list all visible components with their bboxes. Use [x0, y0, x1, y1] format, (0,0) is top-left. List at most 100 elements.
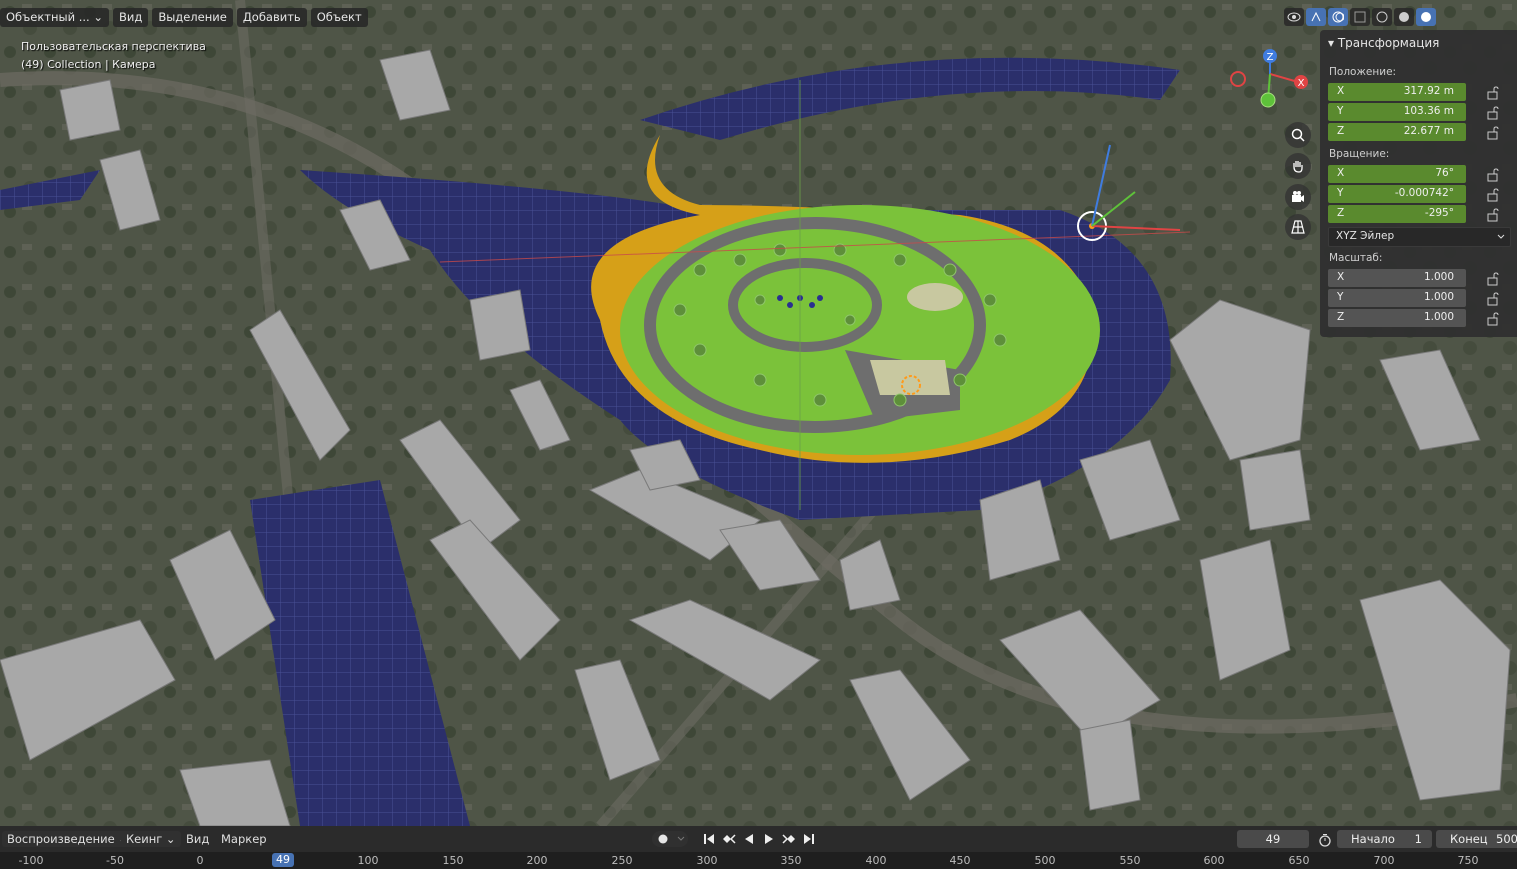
axis-label: Y [1337, 187, 1344, 199]
perspective-label: Пользовательская перспектива [21, 40, 206, 53]
field-value: 22.677 m [1403, 125, 1454, 137]
ruler-tick: 550 [1119, 854, 1141, 867]
location-y-field[interactable]: Y 103.36 m [1328, 103, 1466, 121]
end-frame-field[interactable]: Конец 500 [1436, 830, 1517, 848]
timeline-view-menu[interactable]: Вид [181, 831, 214, 847]
ruler-tick: -50 [106, 854, 124, 867]
menu-view[interactable]: Вид [112, 7, 149, 27]
lock-icon[interactable] [1486, 188, 1500, 202]
shading-material-icon[interactable] [1416, 8, 1436, 26]
auto-keying-toggle[interactable] [652, 831, 688, 847]
shading-solid-icon[interactable] [1394, 8, 1414, 26]
ruler-tick: 450 [949, 854, 971, 867]
collection-label: (49) Collection | Камера [21, 58, 156, 71]
rotation-y-field[interactable]: Y -0.000742° [1328, 185, 1466, 203]
scale-label: Масштаб: [1329, 252, 1383, 264]
jump-start-icon[interactable] [700, 831, 718, 847]
lock-icon[interactable] [1486, 126, 1500, 140]
ruler-tick: -100 [18, 854, 44, 867]
playhead[interactable]: 49 [272, 853, 294, 867]
field-value: 1.000 [1423, 311, 1454, 323]
scale-y-field[interactable]: Y 1.000 [1328, 289, 1466, 307]
ruler-tick: 250 [611, 854, 633, 867]
lock-icon[interactable] [1486, 272, 1500, 286]
lock-icon[interactable] [1486, 292, 1500, 306]
axis-label: Z [1337, 311, 1345, 323]
scale-z-field[interactable]: Z 1.000 [1328, 309, 1466, 327]
axis-label: Z [1337, 125, 1345, 137]
mode-label: Объектный ... [6, 9, 90, 24]
play-icon[interactable] [760, 831, 778, 847]
current-frame-value: 49 [1265, 832, 1281, 846]
axis-label: X [1337, 271, 1345, 283]
location-label: Положение: [1329, 66, 1397, 78]
chevron-down-icon [1497, 234, 1505, 239]
lock-icon[interactable] [1486, 86, 1500, 100]
mode-dropdown[interactable]: Объектный ... ⌄ [0, 7, 109, 27]
rotation-mode-select[interactable]: XYZ Эйлер [1328, 227, 1511, 247]
overlays-toggle-icon[interactable] [1328, 8, 1348, 26]
menu-select[interactable]: Выделение [152, 7, 233, 27]
ruler-tick: 300 [696, 854, 718, 867]
gizmo-toggle-icon[interactable] [1306, 8, 1326, 26]
menu-add[interactable]: Добавить [236, 7, 307, 27]
field-value: -295° [1424, 207, 1454, 219]
scale-x-field[interactable]: X 1.000 [1328, 269, 1466, 287]
zoom-icon[interactable] [1285, 122, 1311, 148]
play-reverse-icon[interactable] [740, 831, 758, 847]
xray-icon[interactable] [1350, 8, 1370, 26]
lock-icon[interactable] [1486, 312, 1500, 326]
prev-keyframe-icon[interactable] [720, 831, 738, 847]
transform-panel-header[interactable]: ▾ Трансформация [1328, 36, 1439, 50]
menu-object[interactable]: Объект [310, 7, 368, 27]
ruler-tick: 150 [442, 854, 464, 867]
ruler-tick: 0 [196, 854, 204, 867]
next-keyframe-icon[interactable] [780, 831, 798, 847]
location-x-field[interactable]: X 317.92 m [1328, 83, 1466, 101]
stopwatch-icon[interactable] [1318, 832, 1332, 851]
lock-icon[interactable] [1486, 208, 1500, 222]
3d-viewport[interactable]: Объектный ... ⌄ Вид Выделение Добавить О… [0, 0, 1517, 826]
ruler-tick: 750 [1457, 854, 1479, 867]
shading-wireframe-icon[interactable] [1372, 8, 1392, 26]
current-frame-field[interactable]: 49 [1237, 830, 1309, 848]
field-value: 76° [1435, 167, 1454, 179]
rotation-mode-value: XYZ Эйлер [1336, 230, 1395, 242]
record-icon [658, 834, 685, 844]
rotation-z-field[interactable]: Z -295° [1328, 205, 1466, 223]
timeline-editor: Воспроизведение ⌄ Кеинг ⌄ Вид Маркер 49 … [0, 826, 1517, 869]
gizmo-z-label: Z [1267, 52, 1274, 63]
ruler-tick: 200 [526, 854, 548, 867]
transform-title: Трансформация [1337, 36, 1440, 50]
lock-icon[interactable] [1486, 168, 1500, 182]
gizmo-x-label: X [1298, 78, 1305, 89]
jump-end-icon[interactable] [800, 831, 818, 847]
start-frame-field[interactable]: Начало 1 [1337, 830, 1432, 848]
rotation-x-field[interactable]: X 76° [1328, 165, 1466, 183]
field-value: -0.000742° [1394, 187, 1454, 199]
axis-label: X [1337, 167, 1345, 179]
marker-menu[interactable]: Маркер [216, 831, 272, 847]
timeline-ruler[interactable]: -100 -50 0 50 100 150 200 250 300 350 40… [0, 852, 1517, 869]
field-value: 1.000 [1423, 291, 1454, 303]
keying-dropdown[interactable]: Кеинг ⌄ [121, 831, 181, 847]
axis-label: Y [1337, 291, 1344, 303]
location-z-field[interactable]: Z 22.677 m [1328, 123, 1466, 141]
ruler-tick: 650 [1288, 854, 1310, 867]
axis-label: X [1337, 85, 1345, 97]
transform-panel: ▾ Трансформация Положение: X 317.92 m Y 10… [1320, 30, 1517, 337]
perspective-grid-icon[interactable] [1285, 214, 1311, 240]
visibility-icon[interactable] [1284, 8, 1304, 26]
navigation-gizmo[interactable]: Z X [1226, 44, 1316, 124]
viewport-header: Объектный ... ⌄ Вид Выделение Добавить О… [0, 7, 368, 27]
start-value: 1 [1414, 832, 1422, 846]
field-value: 103.36 m [1403, 105, 1454, 117]
rotation-label: Вращение: [1329, 148, 1390, 160]
start-label: Начало [1351, 832, 1395, 846]
viewport-header-right [1284, 8, 1436, 26]
camera-view-icon[interactable] [1285, 184, 1311, 210]
playback-dropdown[interactable]: Воспроизведение ⌄ [2, 831, 133, 847]
lock-icon[interactable] [1486, 106, 1500, 120]
pan-hand-icon[interactable] [1285, 153, 1311, 179]
ruler-tick: 350 [780, 854, 802, 867]
